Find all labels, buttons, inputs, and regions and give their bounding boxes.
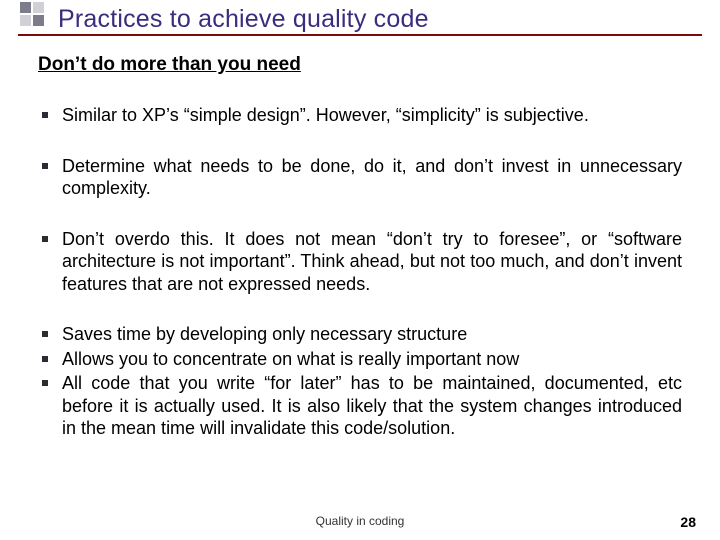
list-item: Don’t overdo this. It does not mean “don… <box>38 228 682 296</box>
subheading: Don’t do more than you need <box>38 54 720 76</box>
list-item: Saves time by developing only necessary … <box>38 323 682 346</box>
page-number: 28 <box>680 514 696 530</box>
footer-caption: Quality in coding <box>0 514 720 528</box>
slide-title: Practices to achieve quality code <box>58 6 720 32</box>
bullet-list: Similar to XP’s “simple design”. However… <box>38 104 682 440</box>
list-item: Determine what needs to be done, do it, … <box>38 155 682 200</box>
slide: Practices to achieve quality code Don’t … <box>0 0 720 540</box>
title-row: Practices to achieve quality code <box>0 0 720 32</box>
quad-squares-icon <box>20 2 50 32</box>
list-item: Allows you to concentrate on what is rea… <box>38 348 682 371</box>
list-item: All code that you write “for later” has … <box>38 372 682 440</box>
body-content: Similar to XP’s “simple design”. However… <box>38 104 682 440</box>
list-item: Similar to XP’s “simple design”. However… <box>38 104 682 127</box>
title-underline <box>18 34 702 36</box>
